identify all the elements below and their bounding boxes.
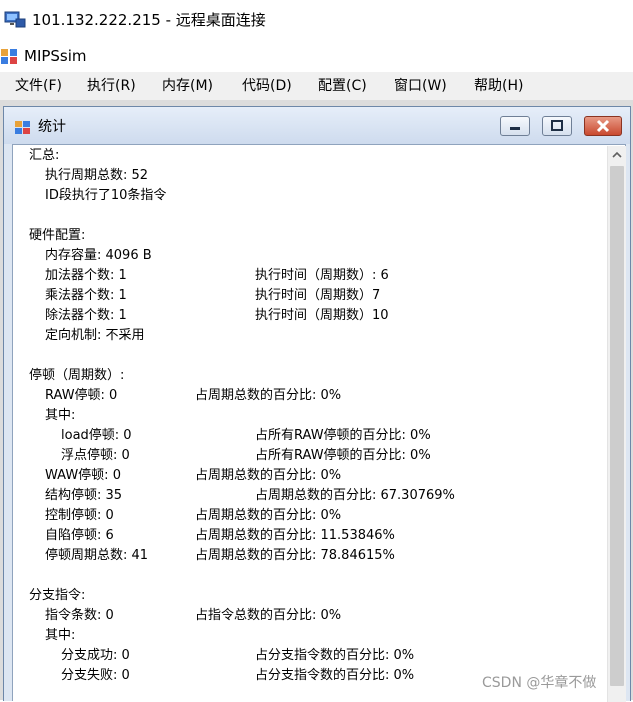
branch-not-taken-percent: 占分支指令数的百分比: 0% [255, 668, 415, 683]
maximize-button[interactable] [542, 116, 572, 136]
total-stall-percent: 占周期总数的百分比: 78.84615% [195, 548, 395, 563]
menu-code[interactable]: 代码(D) [242, 76, 292, 96]
stalls-heading: 停顿（周期数）: [29, 368, 125, 383]
multiplier-exec-time: 执行时间（周期数）7 [255, 288, 381, 303]
load-stalls: load停顿: 0 [61, 428, 132, 443]
branch-not-taken: 分支失败: 0 [61, 668, 130, 683]
minimize-icon [510, 127, 520, 130]
app-titlebar [0, 40, 633, 72]
app-title: MIPSsim [24, 47, 87, 65]
raw-stalls: RAW停顿: 0 [45, 388, 118, 403]
branch-taken: 分支成功: 0 [61, 648, 130, 663]
chevron-up-icon [612, 151, 622, 158]
adder-exec-time: 执行时间（周期数）: 6 [255, 268, 389, 283]
scrollbar-thumb[interactable] [610, 166, 624, 686]
menu-window[interactable]: 窗口(W) [394, 76, 447, 96]
branch-count: 指令条数: 0 [45, 608, 114, 623]
summary-heading: 汇总: [29, 148, 60, 163]
remote-desktop-titlebar: 101.132.222.215 - 远程桌面连接 [0, 0, 633, 40]
breakdown-label: 其中: [45, 408, 76, 423]
id-stage-instructions: ID段执行了10条指令 [45, 188, 167, 203]
menu-bar: 文件(F) 执行(R) 内存(M) 代码(D) 配置(C) 窗口(W) 帮助(H… [0, 72, 633, 100]
memory-size: 内存容量: 4096 B [45, 248, 152, 263]
stats-window-icon [15, 120, 31, 134]
divider-count: 除法器个数: 1 [45, 308, 127, 323]
maximize-icon [551, 120, 563, 131]
close-button[interactable] [584, 116, 622, 136]
structural-stalls-percent: 占周期总数的百分比: 67.30769% [255, 488, 455, 503]
menu-file[interactable]: 文件(F) [15, 76, 62, 96]
waw-stalls-percent: 占周期总数的百分比: 0% [195, 468, 342, 483]
divider-exec-time: 执行时间（周期数）10 [255, 308, 389, 323]
minimize-button[interactable] [500, 116, 530, 136]
close-icon [596, 119, 610, 133]
trap-stalls-percent: 占周期总数的百分比: 11.53846% [195, 528, 395, 543]
watermark: CSDN @华章不做 [482, 675, 597, 691]
adder-count: 加法器个数: 1 [45, 268, 127, 283]
float-stalls: 浮点停顿: 0 [61, 448, 130, 463]
branch-taken-percent: 占分支指令数的百分比: 0% [255, 648, 415, 663]
branch-breakdown-label: 其中: [45, 628, 76, 643]
app-icon [0, 47, 18, 65]
branch-count-percent: 占指令总数的百分比: 0% [195, 608, 342, 623]
remote-desktop-icon [4, 11, 26, 29]
scroll-up-button[interactable] [608, 146, 626, 164]
control-stalls-percent: 占周期总数的百分比: 0% [195, 508, 342, 523]
menu-config[interactable]: 配置(C) [318, 76, 367, 96]
total-stall-cycles: 停顿周期总数: 41 [45, 548, 149, 563]
multiplier-count: 乘法器个数: 1 [45, 288, 127, 303]
stats-text-area[interactable]: 汇总: 执行周期总数: 52 ID段执行了10条指令 硬件配置: 内存容量: 4… [12, 144, 626, 702]
trap-stalls: 自陷停顿: 6 [45, 528, 114, 543]
float-stalls-percent: 占所有RAW停顿的百分比: 0% [255, 448, 431, 463]
waw-stalls: WAW停顿: 0 [45, 468, 121, 483]
stats-window-title: 统计 [38, 119, 66, 135]
menu-execute[interactable]: 执行(R) [87, 76, 136, 96]
total-cycles: 执行周期总数: 52 [45, 168, 149, 183]
menu-help[interactable]: 帮助(H) [474, 76, 523, 96]
stats-window: 统计 汇总: 执行周期总数: 52 ID段执行了10条指令 硬件配置: 内存容量… [3, 106, 631, 702]
structural-stalls: 结构停顿: 35 [45, 488, 123, 503]
menu-memory[interactable]: 内存(M) [162, 76, 213, 96]
load-stalls-percent: 占所有RAW停顿的百分比: 0% [255, 428, 431, 443]
forwarding-mode: 定向机制: 不采用 [45, 328, 145, 343]
control-stalls: 控制停顿: 0 [45, 508, 114, 523]
hardware-heading: 硬件配置: [29, 228, 86, 243]
branch-heading: 分支指令: [29, 588, 86, 603]
vertical-scrollbar[interactable] [607, 146, 626, 702]
stats-window-titlebar[interactable]: 统计 [4, 107, 630, 144]
raw-stalls-percent: 占周期总数的百分比: 0% [195, 388, 342, 403]
remote-desktop-title: 101.132.222.215 - 远程桌面连接 [32, 11, 266, 29]
